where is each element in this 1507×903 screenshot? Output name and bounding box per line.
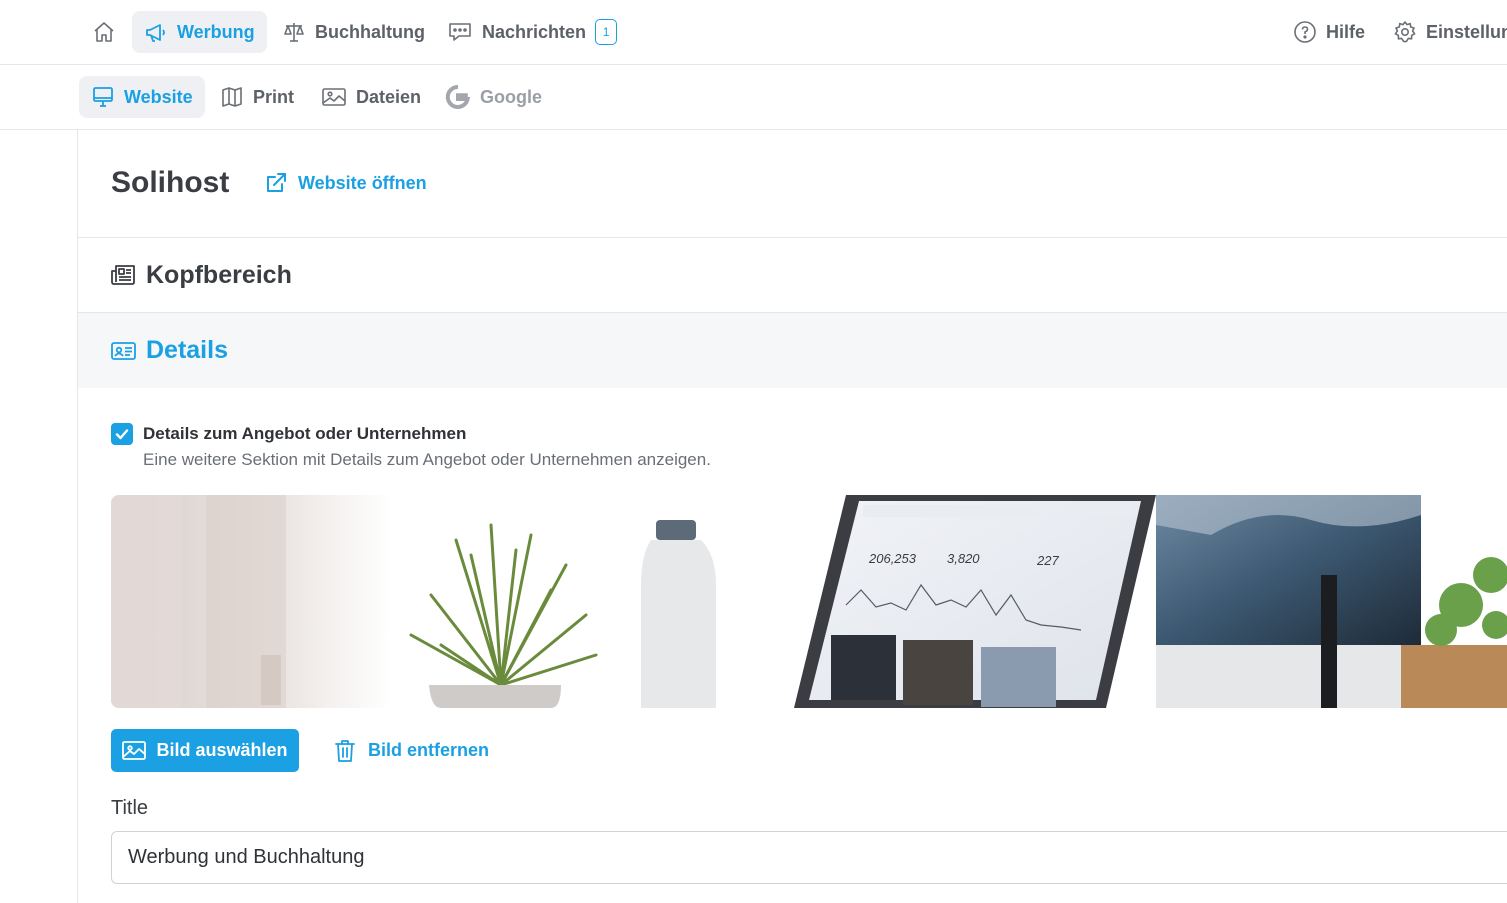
tab-dateien[interactable]: Dateien <box>309 76 433 118</box>
title-field-label: Title <box>111 797 149 819</box>
check-icon <box>115 429 129 440</box>
hero-stat-views: 206,253 <box>868 551 917 566</box>
home-icon <box>94 22 114 42</box>
tab-google[interactable]: Google <box>433 76 554 118</box>
page-header: Solihost Website öffnen <box>78 130 1507 238</box>
google-icon <box>445 84 471 109</box>
remove-image-label: Bild entfernen <box>368 740 490 760</box>
image-icon <box>322 88 346 106</box>
topnav-werbung[interactable]: Werbung <box>132 11 267 53</box>
open-website-link[interactable]: Website öffnen <box>264 171 427 195</box>
details-image: 206,253 3,820 227 <box>111 495 1507 708</box>
select-image-label: Bild auswählen <box>156 740 288 760</box>
home-button[interactable] <box>80 11 137 53</box>
map-icon <box>222 87 242 107</box>
topnav-buchhaltung[interactable]: Buchhaltung <box>270 11 437 53</box>
external-link-icon <box>267 173 286 192</box>
tab-print-label: Print <box>253 86 295 107</box>
topnav-werbung-label: Werbung <box>177 21 255 42</box>
monitor-icon <box>93 87 113 107</box>
chat-icon <box>449 23 471 41</box>
topnav-nachrichten-label: Nachrichten <box>482 21 587 42</box>
messages-count-badge: 1 <box>595 19 618 45</box>
newspaper-icon <box>111 265 135 285</box>
image-icon <box>122 740 147 760</box>
hero-stat-downloads: 3,820 <box>947 551 980 566</box>
tab-google-label: Google <box>480 86 542 107</box>
topnav-nachrichten[interactable]: Nachrichten 1 <box>435 11 629 53</box>
scale-icon <box>284 23 304 42</box>
trash-icon <box>335 739 355 762</box>
section-kopfbereich[interactable]: Kopfbereich <box>78 238 1507 313</box>
section-details-title: Details <box>146 336 228 364</box>
settings-label: Einstellun <box>1426 21 1507 42</box>
remove-image-button[interactable]: Bild entfernen <box>334 729 489 772</box>
hero-stat-likes: 227 <box>1036 553 1059 568</box>
tab-website[interactable]: Website <box>79 76 205 118</box>
section-details[interactable]: Details <box>78 313 1507 388</box>
sub-navigation: Website Print Dateien Google <box>0 65 1507 130</box>
tab-dateien-label: Dateien <box>356 86 422 107</box>
details-checkbox-description: Eine weitere Sektion mit Details zum Ang… <box>143 450 711 469</box>
tab-website-label: Website <box>124 86 193 107</box>
gear-icon <box>1394 21 1416 43</box>
id-card-icon <box>111 341 136 360</box>
select-image-button[interactable]: Bild auswählen <box>111 729 299 772</box>
page-title: Solihost <box>111 166 230 199</box>
details-checkbox[interactable] <box>111 423 133 445</box>
title-input[interactable] <box>111 831 1507 884</box>
settings-button[interactable]: Einstellun <box>1381 11 1507 53</box>
section-kopfbereich-title: Kopfbereich <box>146 260 292 289</box>
details-checkbox-label: Details zum Angebot oder Unternehmen <box>143 424 467 443</box>
help-icon <box>1294 21 1316 43</box>
help-label: Hilfe <box>1326 21 1366 42</box>
tab-print[interactable]: Print <box>208 76 306 118</box>
top-navigation: Werbung Buchhaltung Nachrichten 1 Hilfe … <box>0 0 1507 65</box>
open-website-label: Website öffnen <box>298 172 427 193</box>
help-button[interactable]: Hilfe <box>1281 11 1377 53</box>
details-toggle-row: Details zum Angebot oder Unternehmen Ein… <box>111 423 711 471</box>
topnav-buchhaltung-label: Buchhaltung <box>315 21 425 42</box>
main-content: Solihost Website öffnen Kopfbereich Deta… <box>77 130 1507 903</box>
megaphone-icon <box>146 24 165 42</box>
